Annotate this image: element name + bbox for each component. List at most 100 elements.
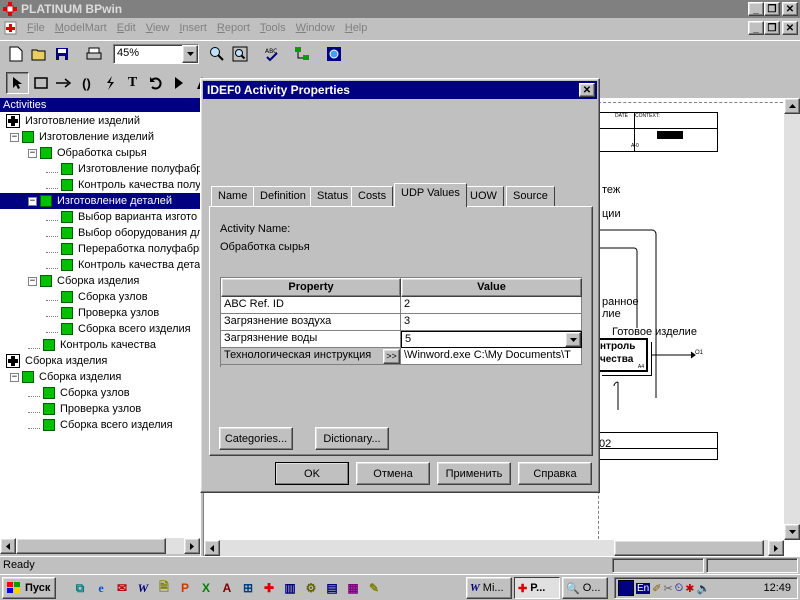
collapse-toggle-icon[interactable]: − [10,132,19,142]
value-dropdown-button[interactable] [565,332,581,347]
zoom-fit-button[interactable] [228,43,251,65]
quick-launch-tools-icon[interactable]: ⚙ [301,578,321,598]
menu-window[interactable]: Window [291,19,340,37]
column-header-value[interactable]: Value [401,278,582,297]
help-button[interactable]: Справка [518,462,592,485]
document-menu-icon[interactable] [3,20,19,36]
menu-view[interactable]: View [141,19,175,37]
quick-launch-word-icon[interactable]: W [133,578,153,598]
tree-item[interactable]: Изготовление изделий [6,113,140,129]
tray-language-indicator[interactable]: En [636,582,651,594]
tree-item[interactable]: Переработка полуфабри [46,241,200,257]
quick-launch-books-icon[interactable]: ▤ [322,578,342,598]
menu-help[interactable]: Help [340,19,373,37]
app-title-bar[interactable]: PLATINUM BPwin [0,0,800,18]
task-button-explorer[interactable]: 🔍 O... [562,577,608,599]
new-file-button[interactable] [4,43,27,65]
diagram-scroll-thumb[interactable] [614,540,764,556]
spell-check-button[interactable]: ABC [260,43,283,65]
tab-costs[interactable]: Costs [351,186,394,206]
quick-launch-excel-icon[interactable]: X [196,578,216,598]
diagram-horizontal-scrollbar[interactable] [204,540,784,556]
tree-item[interactable]: Изготовление полуфабри [46,161,200,177]
tray-volume-icon[interactable]: 🔈 [696,582,710,595]
tray-scheduler-icon[interactable]: ⏲ [675,582,684,595]
cancel-button[interactable]: Отмена [356,462,430,485]
tab-source[interactable]: Source [506,186,555,206]
browse-button[interactable]: >> [383,349,400,364]
arrow-tool[interactable] [52,72,75,94]
tree-item[interactable]: − Изготовление деталей [0,193,200,209]
pointer-tool[interactable] [6,72,29,94]
categories-button-real[interactable]: Categories... [219,427,293,450]
quick-launch-ie-icon[interactable]: e [91,578,111,598]
tray-pencil-icon[interactable]: ✐ [652,582,661,595]
go-down-tool[interactable] [167,72,190,94]
tree-item[interactable]: Выбор оборудования дл [46,225,200,241]
tab-status[interactable]: Status [310,186,356,206]
modelmart-button[interactable] [322,43,345,65]
quick-launch-explorer-icon[interactable]: 🗎 [154,578,174,598]
open-file-button[interactable] [27,43,50,65]
tab-uow[interactable]: UOW [463,186,504,206]
tab-udp-values[interactable]: UDP Values [394,183,467,207]
quick-launch-bpwin-icon[interactable]: ✚ [259,578,279,598]
tree-item[interactable]: Сборка изделия [6,353,107,369]
tray-tool-icon[interactable]: ✂ [663,582,672,595]
zoom-select[interactable]: 45% [113,44,199,64]
tree-item[interactable]: Выбор варианта изгото [46,209,197,225]
menu-edit[interactable]: Edit [112,19,141,37]
value-cell[interactable]: \Winword.exe C:\My Documents\Т [401,348,582,365]
scroll-thumb[interactable] [16,538,166,554]
start-button[interactable]: Пуск [2,577,56,599]
quick-launch-network-icon[interactable]: ⊞ [238,578,258,598]
print-button[interactable] [82,43,105,65]
undo-tool[interactable] [144,72,167,94]
box-tool[interactable] [29,72,52,94]
value-cell[interactable]: 5 [401,331,582,348]
menu-tools[interactable]: Tools [255,19,291,37]
tab-definition[interactable]: Definition [253,186,313,206]
column-header-property[interactable]: Property [221,278,401,297]
value-cell[interactable]: 2 [401,297,582,314]
dialog-close-button[interactable]: ✕ [579,83,595,97]
collapse-toggle-icon[interactable]: − [28,276,37,286]
minimize-button[interactable]: _ [748,2,764,16]
quick-launch-desktop-icon[interactable]: ⧉ [70,578,90,598]
collapse-toggle-icon[interactable]: − [28,196,37,206]
scroll-right-button[interactable] [768,540,784,556]
tree-item[interactable]: Контроль качества дета [46,257,200,273]
menu-report[interactable]: Report [212,19,255,37]
tree-horizontal-scrollbar[interactable] [0,538,200,554]
tree-item[interactable]: Сборка всего изделия [46,321,191,337]
menu-insert[interactable]: Insert [174,19,212,37]
model-explorer-button[interactable] [290,43,313,65]
doc-close-button[interactable]: ✕ [782,21,798,35]
maximize-button[interactable]: ❐ [764,2,780,16]
tree-item[interactable]: − Сборка изделия [28,273,139,289]
menu-file[interactable]: File [22,19,50,37]
tray-monitor-icon[interactable] [618,580,634,596]
scroll-down-button[interactable] [784,524,800,540]
tree-item[interactable]: − Изготовление изделий [10,129,154,145]
dictionary-button[interactable]: Dictionary... [315,427,389,450]
tray-antivirus-icon[interactable]: ✱ [685,582,694,595]
task-button-word[interactable]: W Mi... [466,577,512,599]
doc-minimize-button[interactable]: _ [748,21,764,35]
tree-item[interactable]: − Обработка сырья [28,145,147,161]
tree-item[interactable]: − Сборка изделия [10,369,121,385]
quick-launch-outlook-icon[interactable]: ✉ [112,578,132,598]
tree-item[interactable]: Контроль качества [28,337,156,353]
quick-launch-library-icon[interactable]: ▦ [343,578,363,598]
tree-item[interactable]: Сборка узлов [28,385,130,401]
menu-modelmart[interactable]: ModelMart [50,19,112,37]
save-button[interactable] [50,43,73,65]
zoom-dropdown-button[interactable] [182,45,198,63]
ok-button[interactable]: OK [275,462,349,485]
scroll-up-button[interactable] [784,98,800,114]
collapse-toggle-icon[interactable]: − [10,372,19,382]
zoom-in-button[interactable] [205,43,228,65]
tree-item[interactable]: Сборка узлов [46,289,148,305]
scroll-left-button[interactable] [204,540,220,556]
text-tool[interactable]: T [121,72,144,94]
